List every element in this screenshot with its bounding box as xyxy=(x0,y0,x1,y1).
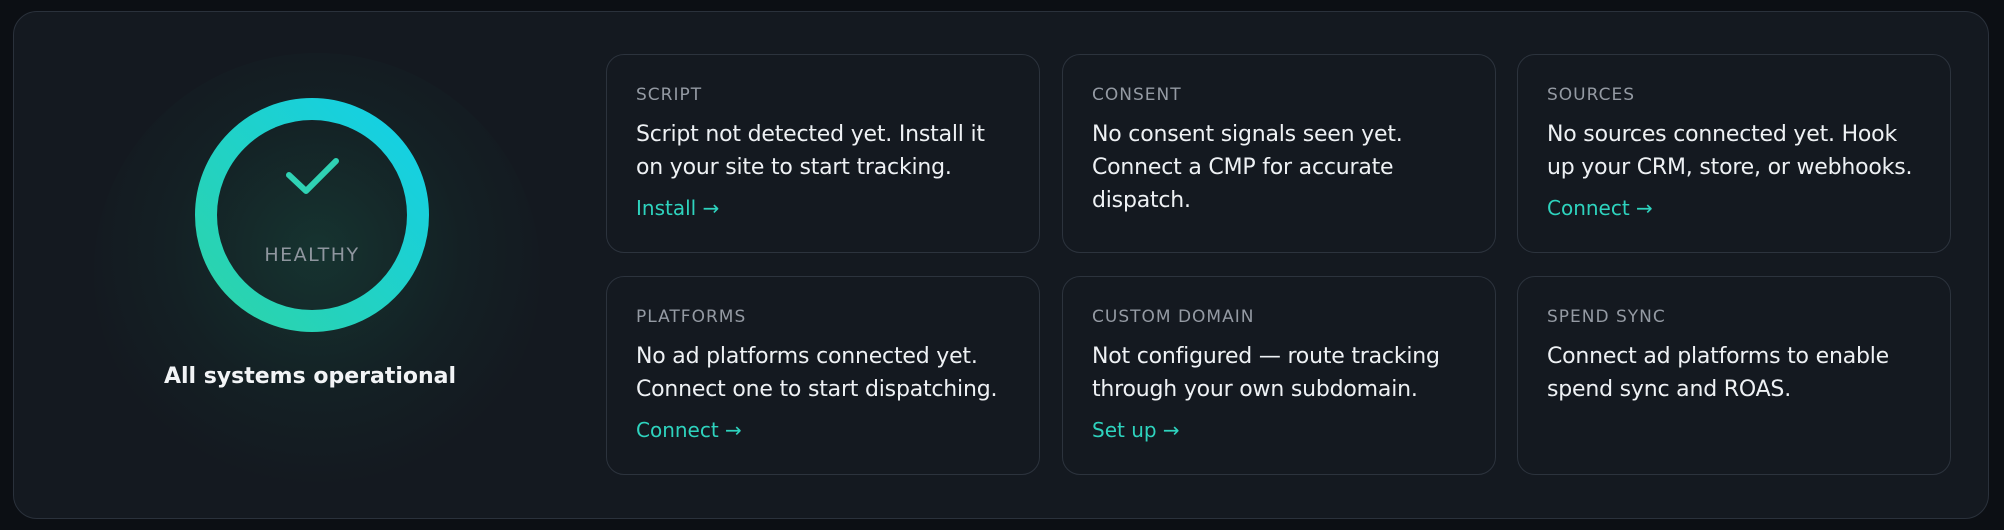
check-icon xyxy=(286,158,339,194)
status-message: All systems operational xyxy=(163,364,457,389)
connect-sources-link[interactable]: Connect → xyxy=(1547,196,1653,220)
card-spend-sync: SPEND SYNC Connect ad platforms to enabl… xyxy=(1517,276,1951,475)
card-consent: CONSENT No consent signals seen yet. Con… xyxy=(1062,54,1496,253)
card-description: Connect ad platforms to enable spend syn… xyxy=(1547,344,1889,402)
card-label: SCRIPT xyxy=(636,85,703,105)
health-status: HEALTHY All systems operational xyxy=(14,12,606,520)
card-label: PLATFORMS xyxy=(636,307,747,327)
card-custom-domain: CUSTOM DOMAIN Not configured — route tra… xyxy=(1062,276,1496,475)
set-up-domain-link[interactable]: Set up → xyxy=(1092,418,1180,442)
health-ring: HEALTHY xyxy=(194,97,430,333)
card-description: No consent signals seen yet. Connect a C… xyxy=(1092,122,1403,213)
card-label: CONSENT xyxy=(1092,85,1182,105)
card-description: No sources connected yet. Hook up your C… xyxy=(1547,122,1913,180)
card-sources: SOURCES No sources connected yet. Hook u… xyxy=(1517,54,1951,253)
install-link[interactable]: Install → xyxy=(636,196,719,220)
card-label: SOURCES xyxy=(1547,85,1635,105)
card-script: SCRIPT Script not detected yet. Install … xyxy=(606,54,1040,253)
health-ring-graphic xyxy=(195,98,429,332)
card-label: CUSTOM DOMAIN xyxy=(1092,307,1255,327)
card-label: SPEND SYNC xyxy=(1547,307,1666,327)
connect-platforms-link[interactable]: Connect → xyxy=(636,418,742,442)
card-platforms: PLATFORMS No ad platforms connected yet.… xyxy=(606,276,1040,475)
card-description: Not configured — route tracking through … xyxy=(1092,344,1440,402)
card-description: No ad platforms connected yet. Connect o… xyxy=(636,344,998,402)
health-panel: HEALTHY All systems operational SCRIPT S… xyxy=(13,11,1989,519)
health-label: HEALTHY xyxy=(264,244,360,266)
card-description: Script not detected yet. Install it on y… xyxy=(636,122,985,180)
